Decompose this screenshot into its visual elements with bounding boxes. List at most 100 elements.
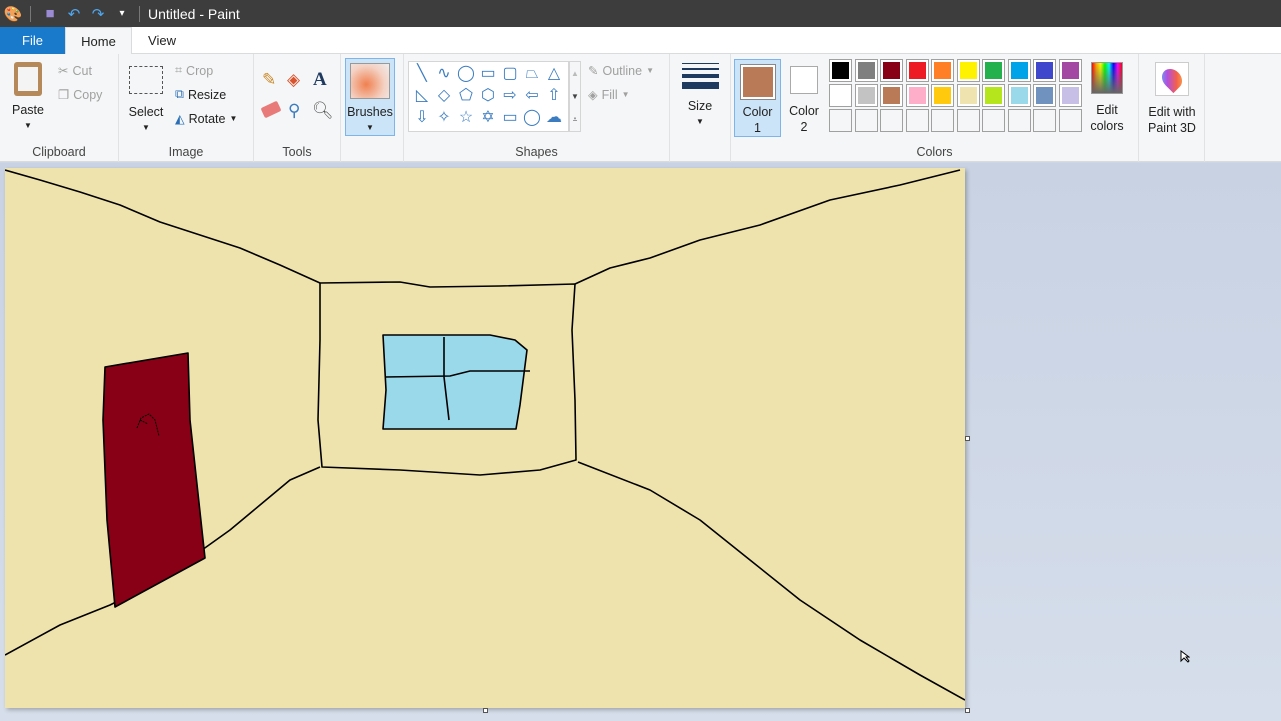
shapes-gallery[interactable]: ╲ ∿ ◯ ▭ ▢ ⏢ △ ◺ ◇ ⬠ ⬡ ⇨ ⇦ ⇧ ⇩ ✧ ☆ ✡ ▭ ◯ ☁ bbox=[408, 61, 569, 132]
five-point-star-shape-icon[interactable]: ☆ bbox=[456, 108, 476, 128]
left-arrow-shape-icon[interactable]: ⇦ bbox=[522, 86, 542, 106]
color-swatch[interactable] bbox=[931, 59, 954, 82]
cloud-callout-shape-icon[interactable]: ☁ bbox=[544, 108, 564, 128]
up-arrow-shape-icon[interactable]: ⇧ bbox=[544, 86, 564, 106]
color-swatch[interactable] bbox=[829, 84, 852, 107]
outline-button[interactable]: ✎ Outline ▼ bbox=[588, 63, 655, 79]
dropdown-arrow-icon: ▼ bbox=[646, 66, 655, 75]
save-icon[interactable]: ■ bbox=[39, 4, 61, 24]
undo-icon[interactable]: ↶ bbox=[63, 4, 85, 24]
color-swatch[interactable] bbox=[956, 84, 980, 107]
paint-app-icon[interactable]: 🎨 bbox=[2, 4, 24, 24]
custom-color-slot[interactable] bbox=[1058, 109, 1082, 132]
custom-color-slot[interactable] bbox=[931, 109, 954, 132]
paint3d-icon bbox=[1155, 62, 1189, 96]
scroll-down-icon[interactable]: ▼ bbox=[570, 85, 580, 108]
curve-shape-icon[interactable]: ∿ bbox=[434, 64, 454, 84]
triangle-shape-icon[interactable]: △ bbox=[544, 64, 564, 84]
color2-button[interactable]: Color 2 bbox=[783, 59, 825, 135]
color-swatch[interactable] bbox=[982, 84, 1005, 107]
right-arrow-shape-icon[interactable]: ⇨ bbox=[500, 86, 520, 106]
custom-color-slot[interactable] bbox=[880, 109, 903, 132]
color-swatch[interactable] bbox=[880, 84, 903, 107]
edit-with-paint3d-button[interactable]: Edit with Paint 3D bbox=[1142, 62, 1202, 136]
rounded-callout-shape-icon[interactable]: ▭ bbox=[500, 108, 520, 128]
cut-button[interactable]: ✂ Cut bbox=[58, 63, 92, 79]
copy-button[interactable]: ❐ Copy bbox=[58, 87, 102, 103]
color1-button[interactable]: Color 1 bbox=[734, 59, 781, 137]
oval-shape-icon[interactable]: ◯ bbox=[456, 64, 476, 84]
hexagon-shape-icon[interactable]: ⬡ bbox=[478, 86, 498, 106]
polygon-shape-icon[interactable]: ⏢ bbox=[522, 64, 542, 84]
paste-button[interactable]: Paste ▼ bbox=[6, 60, 50, 134]
color-swatch[interactable] bbox=[1033, 84, 1056, 107]
custom-color-slot[interactable] bbox=[829, 109, 852, 132]
line-shape-icon[interactable]: ╲ bbox=[412, 64, 432, 84]
tab-file[interactable]: File bbox=[0, 27, 65, 54]
rectangle-shape-icon[interactable]: ▭ bbox=[478, 64, 498, 84]
ribbon-tabs: File Home View bbox=[0, 27, 1281, 55]
outline-label: Outline bbox=[602, 63, 643, 78]
expand-gallery-icon[interactable]: ⩡ bbox=[570, 108, 580, 131]
rotate-icon: ◭ bbox=[175, 112, 185, 126]
size-button[interactable]: Size ▼ bbox=[676, 60, 724, 130]
tab-home[interactable]: Home bbox=[65, 27, 132, 55]
customize-toolbar-icon[interactable]: ▾ bbox=[111, 4, 133, 24]
shapes-scrollbar[interactable]: ▲ ▼ ⩡ bbox=[569, 61, 581, 132]
down-arrow-shape-icon[interactable]: ⇩ bbox=[412, 108, 432, 128]
fill-icon: ◈ bbox=[588, 88, 598, 102]
tab-view[interactable]: View bbox=[132, 27, 192, 54]
resize-handle-right[interactable] bbox=[965, 436, 970, 441]
custom-color-slot[interactable] bbox=[956, 109, 980, 132]
custom-color-slot[interactable] bbox=[1033, 109, 1056, 132]
color-swatch[interactable] bbox=[854, 84, 878, 107]
resize-handle-corner[interactable] bbox=[965, 708, 970, 713]
scroll-up-icon[interactable]: ▲ bbox=[570, 62, 580, 85]
custom-color-slot[interactable] bbox=[854, 109, 878, 132]
crop-button[interactable]: ⌗ Crop bbox=[175, 63, 213, 78]
outline-icon: ✎ bbox=[588, 64, 599, 78]
floor-line-right bbox=[577, 461, 965, 701]
crop-label: Crop bbox=[186, 63, 214, 78]
custom-color-slot[interactable] bbox=[982, 109, 1005, 132]
six-point-star-shape-icon[interactable]: ✡ bbox=[478, 108, 498, 128]
color-swatch[interactable] bbox=[829, 59, 852, 82]
diamond-shape-icon[interactable]: ◇ bbox=[434, 86, 454, 106]
brushes-button[interactable]: Brushes ▼ bbox=[345, 58, 395, 136]
color-swatch[interactable] bbox=[1033, 59, 1056, 82]
rounded-rectangle-shape-icon[interactable]: ▢ bbox=[500, 64, 520, 84]
color-swatch[interactable] bbox=[905, 84, 929, 107]
custom-color-slot[interactable] bbox=[905, 109, 929, 132]
pentagon-shape-icon[interactable]: ⬠ bbox=[456, 86, 476, 106]
pencil-icon[interactable]: ✎ bbox=[262, 70, 276, 90]
magnifier-icon[interactable]: 🔍︎ bbox=[312, 101, 334, 121]
eraser-icon[interactable] bbox=[260, 100, 282, 119]
color-swatch[interactable] bbox=[1058, 59, 1082, 82]
four-point-star-shape-icon[interactable]: ✧ bbox=[434, 108, 454, 128]
resize-handle-bottom[interactable] bbox=[483, 708, 488, 713]
color-swatch[interactable] bbox=[880, 59, 903, 82]
color-swatch[interactable] bbox=[1007, 84, 1031, 107]
resize-button[interactable]: ⧉ Resize bbox=[175, 87, 226, 102]
rotate-button[interactable]: ◭ Rotate ▼ bbox=[175, 111, 237, 127]
fill-button[interactable]: ◈ Fill ▼ bbox=[588, 87, 630, 103]
select-label: Select bbox=[128, 105, 164, 119]
color-swatch[interactable] bbox=[1058, 84, 1082, 107]
redo-icon[interactable]: ↷ bbox=[87, 4, 109, 24]
color-picker-icon[interactable]: ⚲ bbox=[288, 101, 300, 121]
right-triangle-shape-icon[interactable]: ◺ bbox=[412, 86, 432, 106]
select-button[interactable]: Select ▼ bbox=[125, 66, 167, 136]
drawing-canvas[interactable] bbox=[5, 168, 965, 708]
color-swatch[interactable] bbox=[982, 59, 1005, 82]
color-swatch[interactable] bbox=[931, 84, 954, 107]
text-icon[interactable]: A bbox=[313, 69, 327, 91]
group-label: Shapes bbox=[515, 145, 558, 159]
color-swatch[interactable] bbox=[854, 59, 878, 82]
color-swatch[interactable] bbox=[905, 59, 929, 82]
color-swatch[interactable] bbox=[956, 59, 980, 82]
oval-callout-shape-icon[interactable]: ◯ bbox=[522, 108, 542, 128]
fill-bucket-icon[interactable]: ◈ bbox=[287, 70, 300, 90]
edit-colors-button[interactable]: Edit colors bbox=[1086, 62, 1128, 134]
custom-color-slot[interactable] bbox=[1007, 109, 1031, 132]
color-swatch[interactable] bbox=[1007, 59, 1031, 82]
